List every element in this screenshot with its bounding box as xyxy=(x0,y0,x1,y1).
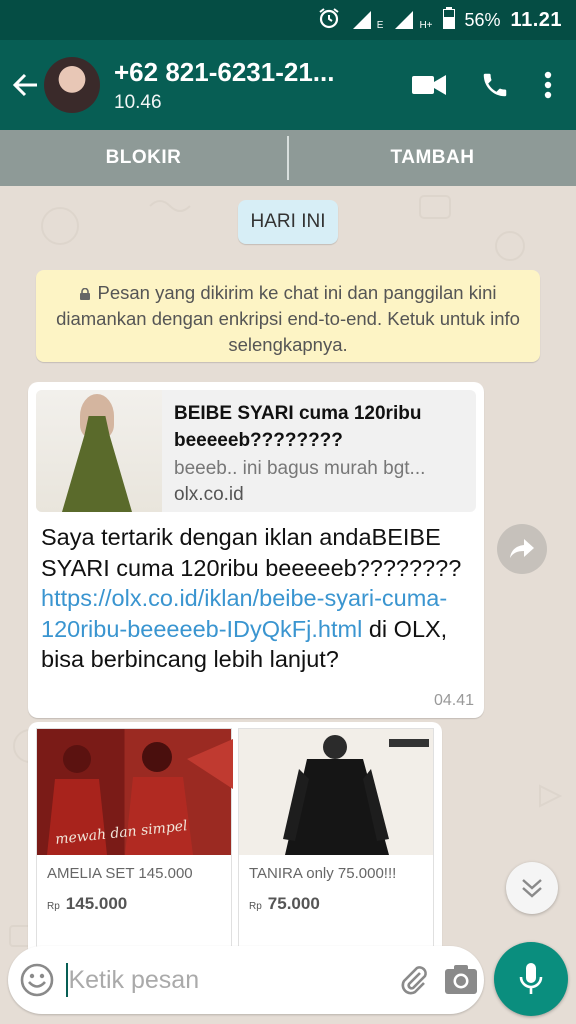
back-button[interactable] xyxy=(0,40,50,130)
forward-icon xyxy=(510,539,534,558)
message-text-part: Saya tertarik dengan iklan andaBEIBE SYA… xyxy=(41,524,462,581)
product-price: Rp 145.000 xyxy=(47,894,231,914)
product-price: Rp 75.000 xyxy=(249,894,433,914)
date-chip: HARI INI xyxy=(238,200,338,244)
link-preview-image xyxy=(36,390,162,512)
battery-percentage: 56% xyxy=(464,9,501,30)
message-bubble[interactable]: BEIBE SYARI cuma 120ribu beeeeeb????????… xyxy=(28,382,484,718)
more-options-icon[interactable] xyxy=(544,71,552,99)
signal-icon xyxy=(351,9,373,31)
product-card[interactable]: mewah dan simpel AMELIA SET 145.000 Rp 14… xyxy=(36,728,233,952)
product-name: AMELIA SET 145.000 xyxy=(47,865,193,882)
add-contact-button[interactable]: TAMBAH xyxy=(289,130,576,186)
network-type-label: E xyxy=(376,19,384,31)
price-value: 145.000 xyxy=(65,894,128,913)
product-name: TANIRA only 75.000!!! xyxy=(249,865,397,882)
paperclip-icon xyxy=(401,966,427,995)
message-text: Saya tertarik dengan iklan andaBEIBE SYA… xyxy=(41,522,471,675)
camera-icon xyxy=(444,965,477,994)
alarm-icon xyxy=(317,6,341,35)
video-call-icon[interactable] xyxy=(412,74,446,96)
forward-button[interactable] xyxy=(497,524,547,574)
chat-area[interactable]: HARI INI Pesan yang dikirim ke chat ini … xyxy=(0,186,576,952)
message-input-bar xyxy=(8,946,484,1014)
scroll-to-bottom-button[interactable] xyxy=(506,862,558,914)
link-preview[interactable]: BEIBE SYARI cuma 120ribu beeeeeb????????… xyxy=(36,390,476,512)
product-image: mewah dan simpel xyxy=(37,729,233,855)
emoji-button[interactable] xyxy=(8,963,66,997)
message-input[interactable] xyxy=(66,963,391,997)
product-card[interactable]: TANIRA only 75.000!!! Rp 75.000 xyxy=(238,728,434,952)
currency-label: Rp xyxy=(249,901,262,912)
contact-name: +62 821-6231-21... xyxy=(114,56,335,87)
signal-icon xyxy=(393,9,415,31)
network-type-label: H+ xyxy=(419,19,433,31)
microphone-icon xyxy=(519,963,543,994)
lock-icon xyxy=(80,288,91,300)
encryption-notice-text: Pesan yang dikirim ke chat ini dan pangg… xyxy=(56,282,520,355)
message-bubble[interactable]: mewah dan simpel AMELIA SET 145.000 Rp 14… xyxy=(28,722,442,952)
unknown-contact-actions: BLOKIR TAMBAH xyxy=(0,130,576,186)
message-time: 04.41 xyxy=(433,692,474,709)
emoji-icon xyxy=(20,963,54,997)
link-preview-description: beeeb.. ini bagus murah bgt... xyxy=(174,458,426,479)
product-image xyxy=(239,729,433,855)
voice-message-button[interactable] xyxy=(494,942,568,1016)
clock: 11.21 xyxy=(510,8,562,31)
avatar[interactable] xyxy=(44,57,100,113)
battery-icon xyxy=(442,6,455,34)
camera-button[interactable] xyxy=(437,965,484,995)
attach-button[interactable] xyxy=(390,964,437,996)
phone-call-icon[interactable] xyxy=(480,70,510,100)
price-value: 75.000 xyxy=(267,894,320,913)
last-seen: 10.46 xyxy=(114,91,162,113)
status-bar: E H+ 56% 11.21 xyxy=(0,0,576,40)
contact-info[interactable]: +62 821-6231-21... 10.46 xyxy=(114,57,412,114)
double-chevron-down-icon xyxy=(522,879,542,898)
chat-header: +62 821-6231-21... 10.46 xyxy=(0,40,576,130)
encryption-notice[interactable]: Pesan yang dikirim ke chat ini dan pangg… xyxy=(36,270,540,362)
currency-label: Rp xyxy=(47,901,60,912)
link-preview-title: BEIBE SYARI cuma 120ribu beeeeeb???????? xyxy=(174,403,422,451)
back-arrow-icon xyxy=(12,73,37,97)
block-button[interactable]: BLOKIR xyxy=(0,130,287,186)
link-preview-domain: olx.co.id xyxy=(174,484,244,505)
